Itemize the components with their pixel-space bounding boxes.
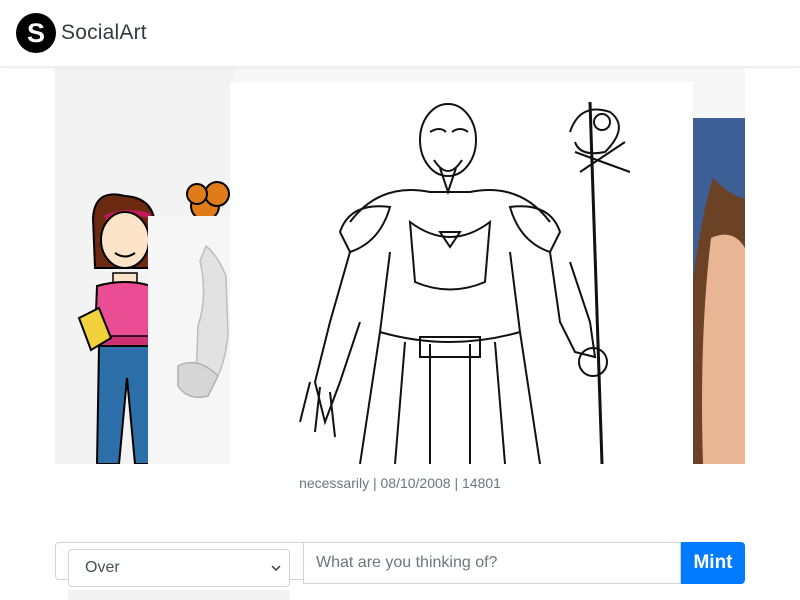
mode-select[interactable]: Over xyxy=(68,549,290,587)
logo-icon: S xyxy=(16,13,56,53)
carousel-image-hand xyxy=(148,216,233,464)
navbar: S SocialArt xyxy=(0,0,800,66)
select-preview-strip xyxy=(68,590,290,600)
carousel-image-main xyxy=(230,82,693,464)
brand[interactable]: S SocialArt xyxy=(16,13,147,53)
chevron-down-icon xyxy=(271,565,281,572)
mint-button[interactable]: Mint xyxy=(681,542,745,584)
prompt-input[interactable]: What are you thinking of? xyxy=(303,542,681,584)
image-caption: necessarily | 08/10/2008 | 14801 xyxy=(299,475,501,491)
mode-select-value: Over xyxy=(85,559,120,576)
carousel-image-photo xyxy=(693,118,745,464)
prompt-placeholder: What are you thinking of? xyxy=(316,554,498,571)
image-carousel[interactable] xyxy=(55,68,745,464)
brand-name: SocialArt xyxy=(61,21,147,44)
